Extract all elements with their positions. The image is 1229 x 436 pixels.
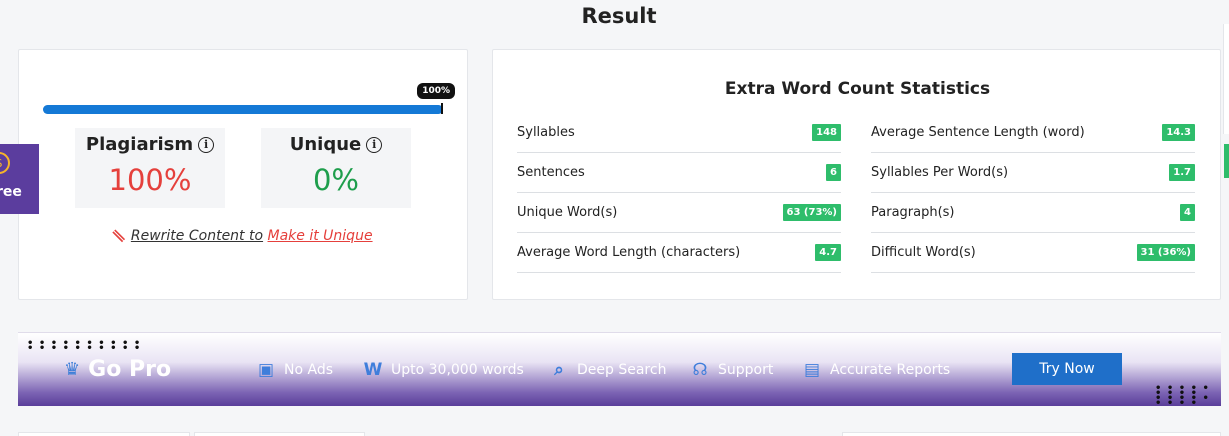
unique-heading: Unique i	[261, 134, 411, 155]
crown-icon: ♛	[64, 359, 81, 380]
make-unique-link[interactable]: Make it Unique	[268, 228, 373, 244]
stat-value-badge: 1.7	[1169, 163, 1195, 181]
bottom-card-stub	[842, 432, 1221, 436]
search-icon: ⌕	[554, 360, 564, 380]
stat-row: Difficult Word(s) 31 (36%)	[871, 233, 1195, 273]
coin-icon: $	[0, 152, 10, 174]
unique-score-box: Unique i 0%	[261, 128, 411, 208]
stat-label: Syllables Per Word(s)	[871, 164, 1009, 180]
unique-label: Unique	[289, 134, 362, 155]
plagiarism-heading: Plagiarism i	[75, 134, 225, 155]
stat-value-badge: 148	[812, 123, 841, 141]
feature-word-limit: W Upto 30,000 words	[363, 360, 524, 380]
stats-column-right: Average Sentence Length (word) 14.3 Syll…	[871, 113, 1195, 273]
right-edge-panel	[1223, 24, 1229, 134]
progress-bar: 100%	[43, 83, 455, 114]
stat-value-badge: 6	[826, 163, 841, 181]
stats-title: Extra Word Count Statistics	[724, 79, 991, 99]
plagiarism-score-box: Plagiarism i 100%	[75, 128, 225, 208]
decorative-dots: • • • • • • • • • • • • • • • • • • • •	[27, 338, 142, 354]
stat-value-badge: 14.3	[1162, 123, 1195, 141]
stat-label: Sentences	[517, 164, 585, 180]
go-pro-title: Go Pro	[88, 357, 172, 382]
feature-no-ads: ▣ No Ads	[256, 360, 333, 380]
feature-support: ☊ Support	[690, 360, 773, 380]
stat-row: Syllables 148	[517, 113, 841, 153]
stat-value-badge: 31 (36%)	[1136, 243, 1195, 261]
go-pro-banner: • • • • • • • • • • • • • • • • • • • • ♛…	[18, 332, 1221, 409]
rewrite-link[interactable]: ∥ Rewrite Content to Make it Unique	[19, 228, 469, 244]
stat-row: Average Word Length (characters) 4.7	[517, 233, 841, 273]
stat-label: Syllables	[517, 124, 575, 140]
feature-deep-search: ⌕ Deep Search	[549, 360, 666, 380]
stat-row: Unique Word(s) 63 (73%)	[517, 193, 841, 233]
feature-label: Upto 30,000 words	[391, 362, 524, 378]
bottom-card-stub	[18, 432, 190, 436]
rewrite-text[interactable]: Rewrite Content to	[131, 228, 263, 244]
info-icon[interactable]: i	[198, 136, 215, 153]
word-icon: W	[363, 360, 383, 380]
side-promo-tab[interactable]: $ ree	[0, 144, 39, 214]
feature-reports: ▤ Accurate Reports	[802, 360, 950, 380]
word-stats-card: Extra Word Count Statistics Syllables 14…	[492, 49, 1221, 300]
stat-label: Average Sentence Length (word)	[871, 124, 1085, 140]
progress-label: 100%	[417, 83, 455, 99]
feature-label: Deep Search	[577, 362, 667, 378]
bottom-card-stub	[194, 432, 365, 436]
try-now-button[interactable]: Try Now	[1012, 353, 1122, 385]
headset-icon: ☊	[692, 360, 708, 380]
no-ads-icon: ▣	[257, 360, 275, 380]
info-icon[interactable]: i	[366, 136, 383, 153]
stat-row: Syllables Per Word(s) 1.7	[871, 153, 1195, 193]
plagiarism-value: 100%	[108, 163, 192, 197]
go-pro-logo: ♛ Go Pro	[64, 357, 171, 382]
link-icon: ∥	[110, 227, 128, 245]
feature-label: Accurate Reports	[830, 362, 951, 378]
stat-label: Difficult Word(s)	[871, 244, 976, 260]
page-title: Result	[581, 4, 657, 28]
plagiarism-label: Plagiarism	[85, 134, 194, 155]
stat-label: Paragraph(s)	[871, 204, 955, 220]
side-feedback-tab[interactable]	[1224, 144, 1229, 178]
feature-label: Support	[718, 362, 774, 378]
stat-label: Unique Word(s)	[517, 204, 618, 220]
progress-fill	[43, 105, 443, 114]
stat-value-badge: 63 (73%)	[782, 203, 841, 221]
report-icon: ▤	[803, 360, 821, 380]
stat-row: Paragraph(s) 4	[871, 193, 1195, 233]
stat-value-badge: 4.7	[815, 243, 841, 261]
stat-value-badge: 4	[1180, 203, 1195, 221]
feature-label: No Ads	[284, 362, 333, 378]
decorative-dots: • • • • • • • • • • • • • • • • • •	[1155, 383, 1210, 409]
plagiarism-result-card: 100% Plagiarism i 100% Unique i 0% ∥ Rew…	[18, 49, 468, 300]
unique-value: 0%	[312, 163, 359, 197]
stats-column-left: Syllables 148 Sentences 6 Unique Word(s)…	[517, 113, 841, 273]
side-promo-label: ree	[0, 184, 22, 200]
progress-marker	[441, 103, 443, 114]
stat-row: Sentences 6	[517, 153, 841, 193]
stat-row: Average Sentence Length (word) 14.3	[871, 113, 1195, 153]
stat-label: Average Word Length (characters)	[517, 244, 741, 260]
